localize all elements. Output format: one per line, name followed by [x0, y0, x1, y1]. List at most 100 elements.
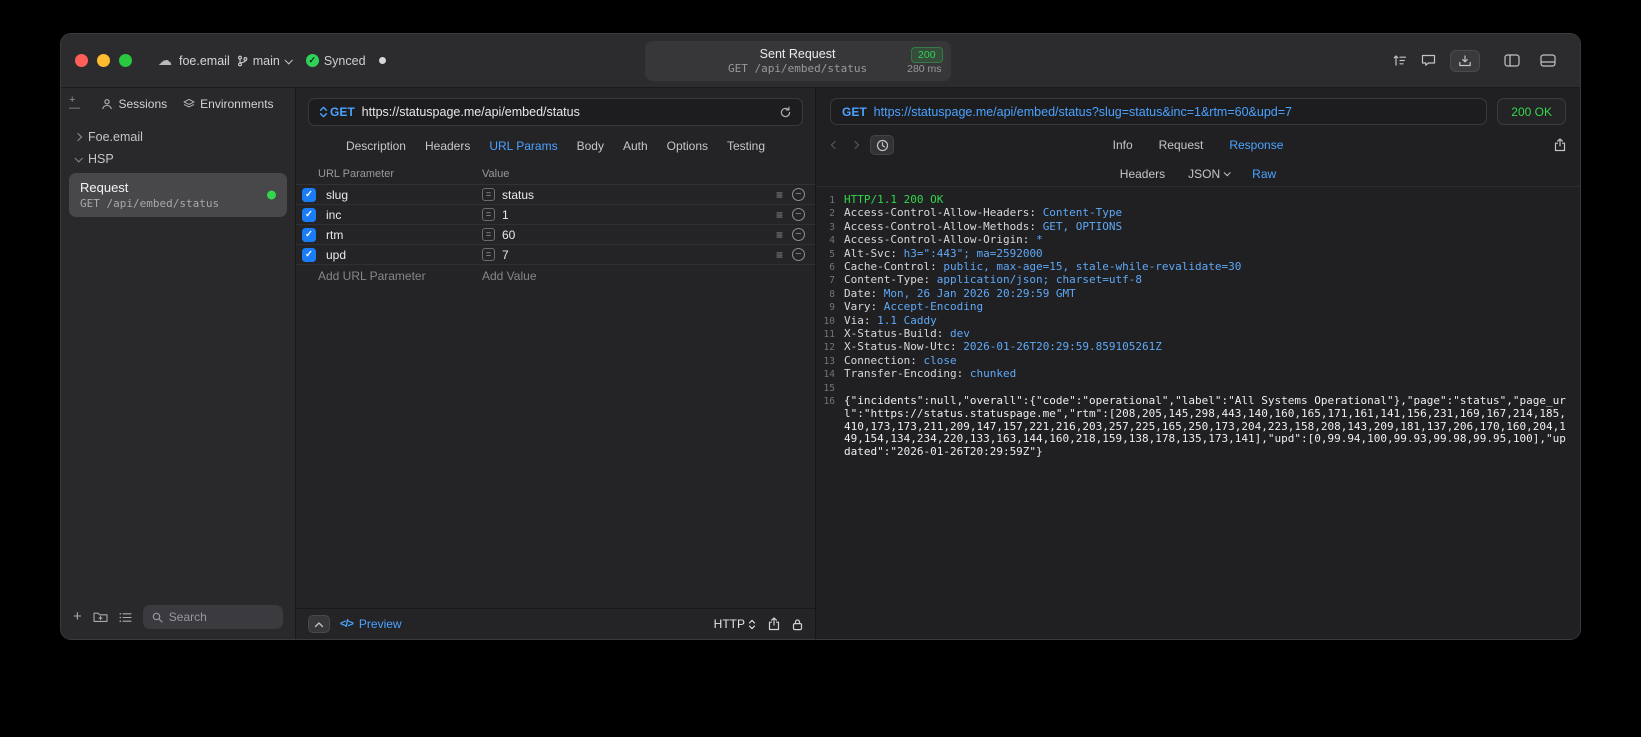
param-options-icon[interactable]: ≡ — [776, 209, 783, 221]
param-checkbox[interactable]: ✓ — [302, 227, 316, 242]
request-url[interactable]: https://statuspage.me/api/embed/status — [362, 105, 772, 119]
tab-testing[interactable]: Testing — [727, 139, 765, 153]
param-value-cell[interactable]: 7 — [502, 248, 509, 262]
add-request-button[interactable]: + — [73, 609, 82, 624]
code-line: 6 Cache-Control: public, max-age=15, stal… — [829, 260, 1242, 274]
param-value-cell[interactable]: 60 — [502, 228, 515, 242]
param-name-cell[interactable]: rtm — [326, 228, 482, 242]
response-url: https://statuspage.me/api/embed/status?s… — [873, 104, 1292, 119]
tab-headers[interactable]: Headers — [425, 139, 470, 153]
export-response-icon[interactable] — [1554, 138, 1566, 152]
expand-panel-button[interactable] — [308, 615, 330, 633]
param-options-icon[interactable]: ≡ — [776, 189, 783, 201]
editor-spacer — [296, 286, 815, 608]
code-line: 3 Access-Control-Allow-Methods: GET, OPTI… — [829, 219, 1123, 233]
toggle-bottom-panel-icon[interactable] — [1530, 49, 1566, 72]
param-value-cell[interactable]: status — [502, 188, 534, 202]
sort-requests-icon[interactable] — [1392, 54, 1407, 67]
response-subtabs: Headers JSON Raw — [816, 161, 1580, 187]
param-remove-button[interactable]: − — [792, 228, 805, 241]
param-name-cell[interactable]: upd — [326, 248, 482, 262]
param-checkbox[interactable]: ✓ — [302, 207, 316, 222]
subtab-raw[interactable]: Raw — [1252, 167, 1276, 181]
sidebar-tree: Foe.email HSP Request GET /api/embed/sta… — [61, 126, 295, 220]
tab-description[interactable]: Description — [346, 139, 406, 153]
zoom-window-button[interactable] — [119, 54, 132, 67]
param-value-cell[interactable]: 1 — [502, 208, 509, 222]
history-back-button[interactable] — [830, 140, 840, 150]
sent-request-pill[interactable]: GET https://statuspage.me/api/embed/stat… — [830, 98, 1488, 125]
param-row: ✓ slug = status ≡ − — [296, 185, 815, 205]
tab-sessions[interactable]: Sessions — [101, 97, 167, 111]
tab-environments[interactable]: Environments — [183, 97, 274, 111]
sidebar-footer: + Search — [61, 597, 295, 639]
synced-check-icon: ✓ — [305, 54, 319, 67]
tab-body[interactable]: Body — [577, 139, 604, 153]
list-view-icon[interactable] — [119, 612, 132, 623]
url-bar[interactable]: GET https://statuspage.me/api/embed/stat… — [308, 98, 803, 126]
param-name-cell[interactable]: slug — [326, 188, 482, 202]
param-remove-button[interactable]: − — [792, 208, 805, 221]
protocol-selector[interactable]: HTTP — [714, 617, 756, 631]
branch-selector[interactable]: main — [237, 54, 293, 68]
tree-item-hsp[interactable]: HSP — [61, 148, 295, 170]
code-line: 7 Content-Type: application/json; charset… — [829, 273, 1143, 287]
add-value[interactable]: Add Value — [482, 269, 537, 283]
sidebar-header: + — Sessions Environments — [61, 88, 295, 116]
share-icon[interactable] — [768, 617, 780, 631]
code-line: 11 X-Status-Build: dev — [823, 327, 970, 341]
search-input[interactable]: Search — [142, 605, 283, 629]
sent-request-summary[interactable]: Sent Request GET /api/embed/status 200 2… — [644, 41, 951, 81]
lock-icon[interactable] — [792, 618, 803, 631]
tab-info[interactable]: Info — [1113, 138, 1133, 152]
param-remove-button[interactable]: − — [792, 248, 805, 261]
chevron-right-icon — [73, 132, 83, 142]
history-clock-button[interactable] — [870, 135, 894, 155]
param-table-header: URL Parameter Value — [296, 163, 815, 185]
minimize-window-button[interactable] — [97, 54, 110, 67]
code-preview-icon: </> — [340, 618, 354, 630]
tab-auth[interactable]: Auth — [623, 139, 648, 153]
add-param-row: Add URL Parameter Add Value — [296, 265, 815, 286]
code-line: 12 X-Status-Now-Utc: 2026-01-26T20:29:59.… — [823, 340, 1162, 354]
param-options-icon[interactable]: ≡ — [776, 249, 783, 261]
code-line: 10 Via: 1.1 Caddy — [823, 313, 937, 327]
code-line: 4 Access-Control-Allow-Origin: * — [829, 233, 1043, 247]
code-line: 5 Alt-Svc: h3=":443"; ma=2592000 — [829, 246, 1043, 260]
equals-icon: = — [482, 248, 495, 261]
project-name[interactable]: foe.email — [179, 54, 230, 68]
add-url-parameter[interactable]: Add URL Parameter — [302, 269, 482, 283]
history-forward-button[interactable] — [850, 140, 860, 150]
tab-options[interactable]: Options — [667, 139, 708, 153]
response-code[interactable]: 1 HTTP/1.1 200 OK 2 Access-Control-Allow-He… — [816, 187, 1580, 639]
chevron-down-icon — [284, 55, 293, 65]
resend-icon[interactable] — [779, 106, 792, 119]
subtab-headers[interactable]: Headers — [1120, 167, 1165, 181]
status-code-badge: 200 — [911, 47, 943, 63]
request-list-item-selected[interactable]: Request GET /api/embed/status — [69, 173, 287, 217]
preview-button[interactable]: </> Preview — [340, 617, 402, 631]
code-line: 15 — [823, 382, 835, 394]
request-editor-panel: GET https://statuspage.me/api/embed/stat… — [296, 88, 816, 639]
subtab-headers-label: Headers — [1119, 166, 1166, 181]
method-selector[interactable]: GET — [319, 105, 355, 119]
subtab-json[interactable]: JSON — [1188, 167, 1231, 181]
tab-request[interactable]: Request — [1159, 138, 1204, 152]
param-checkbox[interactable]: ✓ — [302, 187, 316, 202]
param-row: ✓ inc = 1 ≡ − — [296, 205, 815, 225]
add-folder-icon[interactable] — [93, 611, 108, 623]
titlebar: ☁ foe.email main ✓ Synced Sent Request G… — [61, 34, 1580, 88]
tree-item-foe-email[interactable]: Foe.email — [61, 126, 295, 148]
param-remove-button[interactable]: − — [792, 188, 805, 201]
close-window-button[interactable] — [75, 54, 88, 67]
code-line: 16 {"incidents":null,"overall":{"code":"o… — [823, 394, 1566, 459]
tab-response[interactable]: Response — [1229, 138, 1283, 152]
remove-session-button[interactable]: — — [69, 103, 80, 114]
feedback-icon[interactable] — [1421, 54, 1436, 67]
tab-url-params[interactable]: URL Params — [489, 139, 557, 153]
param-name-cell[interactable]: inc — [326, 208, 482, 222]
param-checkbox[interactable]: ✓ — [302, 247, 316, 262]
import-tray-icon[interactable] — [1450, 49, 1480, 72]
toggle-left-panel-icon[interactable] — [1494, 49, 1530, 72]
param-options-icon[interactable]: ≡ — [776, 229, 783, 241]
